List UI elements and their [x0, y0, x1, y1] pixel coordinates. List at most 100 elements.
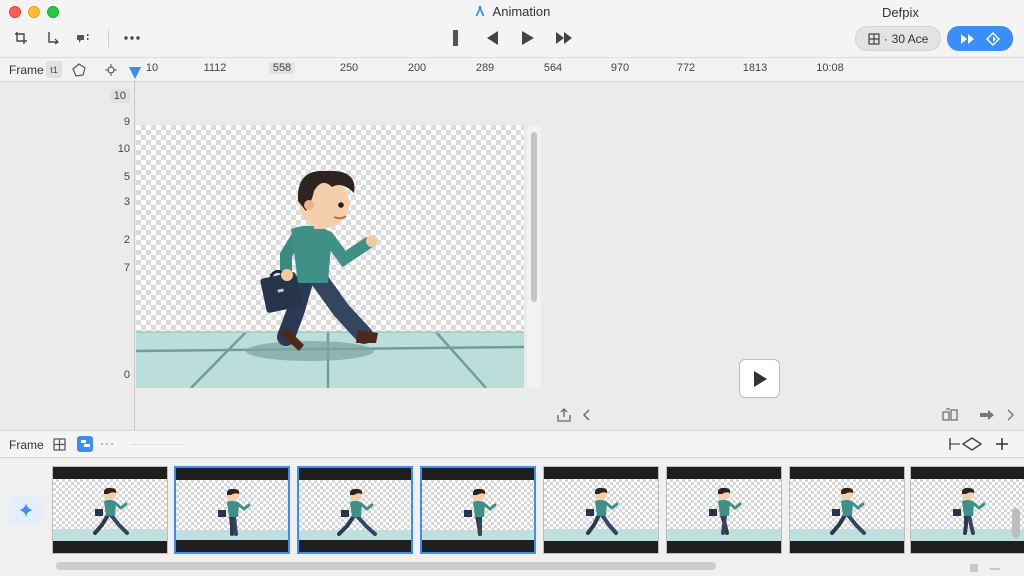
canvas-vertical-scrollbar[interactable] — [527, 126, 541, 388]
window-title: Animation — [0, 4, 1024, 19]
fps-label: 30 Ace — [891, 31, 929, 46]
compare-icon — [942, 408, 958, 421]
grid-icon — [868, 32, 880, 45]
vruler-label: 2 — [123, 234, 130, 246]
fast-forward-button[interactable] — [552, 27, 576, 49]
next-panel-button[interactable] — [978, 407, 996, 423]
fps-selector[interactable]: · 30 Ace — [855, 26, 941, 51]
thumbnail-character — [953, 487, 986, 535]
thumbnail-character — [93, 487, 129, 535]
vruler-label: 9 — [123, 116, 130, 128]
canvas-scroll-thumb[interactable] — [531, 132, 537, 302]
keyframe-range-button[interactable] — [947, 436, 985, 452]
character-shadow — [246, 341, 374, 361]
more-horizontal-icon — [124, 36, 140, 40]
forward-arrow-icon — [980, 410, 994, 420]
ruler-tick-label: 564 — [543, 62, 563, 74]
thumbnail-letterbox-top — [299, 468, 411, 480]
stage-area: 10 9 10 5 3 2 7 0 — [0, 82, 1024, 430]
expand-right-button[interactable] — [1001, 407, 1019, 423]
window-title-text: Animation — [492, 4, 551, 19]
frame-more-button[interactable]: ··· — [100, 436, 115, 450]
ruler-tick-label: 10:08 — [816, 62, 844, 74]
frame-thumbnail[interactable] — [789, 466, 905, 554]
share-button[interactable] — [555, 407, 573, 423]
play-preview-button[interactable] — [739, 359, 780, 398]
layer-icon — [80, 440, 90, 447]
thumbnail-letterbox-bottom — [790, 541, 904, 553]
ruler-tick-label: 200 — [407, 62, 427, 74]
frame-thumbnail[interactable] — [420, 466, 536, 554]
fps-dash: · — [883, 31, 888, 46]
scroll-stop-control[interactable] — [970, 564, 978, 572]
vruler-label: 10 — [109, 89, 130, 103]
corner-anchor-icon — [48, 32, 59, 45]
thumbnail-letterbox-top — [790, 467, 904, 479]
share-icon — [557, 408, 571, 422]
grid-view-button[interactable] — [51, 436, 67, 452]
frame-thumbnail[interactable] — [174, 466, 290, 554]
shape-tool-button[interactable] — [70, 61, 88, 78]
frame-thumbnail[interactable] — [543, 466, 659, 554]
thumbnail-letterbox-top — [176, 468, 288, 480]
vruler-label: 7 — [123, 262, 130, 274]
more-tools-button[interactable] — [121, 28, 143, 48]
ruler-tick-label: 558 — [268, 62, 296, 74]
render-forward-icon[interactable] — [960, 33, 976, 45]
fast-forward-icon — [556, 32, 572, 44]
thumbnail-letterbox-bottom — [422, 540, 534, 552]
filmstrip-horizontal-scrollbar[interactable] — [56, 562, 716, 570]
keyframe-range-icon — [949, 437, 983, 451]
frame-thumbnail[interactable] — [297, 466, 413, 554]
filmstrip-vertical-scrollbar[interactable] — [1012, 508, 1020, 538]
playhead-handle[interactable] — [129, 67, 141, 79]
thumbnail-letterbox-top — [911, 467, 1024, 479]
compare-frames-button[interactable] — [941, 407, 959, 423]
toolbar-separator — [108, 29, 109, 47]
thumbnail-character — [337, 488, 377, 536]
chevron-left-icon — [583, 409, 590, 421]
ruler-tick-label: 1813 — [742, 62, 768, 74]
new-layer-button[interactable] — [9, 496, 42, 524]
timeline-ruler: Frame t1 10 1112 558 250 200 289 564 970 772 1813… — [0, 58, 1024, 82]
frame-thumbnail[interactable] — [910, 466, 1024, 554]
snap-toggle-button[interactable] — [102, 61, 120, 78]
vruler-label: 5 — [123, 171, 130, 183]
frame-thumbnail[interactable] — [52, 466, 168, 554]
app-logo-icon — [475, 6, 485, 16]
thumbnail-letterbox-bottom — [299, 540, 411, 552]
playhead-line — [134, 80, 135, 430]
thumbnail-character — [586, 487, 619, 535]
thumbnail-letterbox-bottom — [667, 541, 781, 553]
frame-toolbar: Frame ··· — [0, 430, 1024, 458]
grid-view-icon — [52, 437, 66, 451]
play-icon — [522, 31, 534, 45]
frame-bar-label: Frame — [9, 438, 44, 452]
collapse-left-button[interactable] — [578, 407, 596, 423]
animation-canvas[interactable] — [136, 125, 524, 388]
previous-frame-button[interactable] — [480, 27, 504, 49]
anchor-tool-button[interactable] — [42, 28, 64, 48]
thumbnail-character — [218, 488, 251, 536]
ruler-tick-label: 250 — [339, 62, 359, 74]
crop-tool-button[interactable] — [10, 28, 32, 48]
ruler-ticks[interactable]: 10 1112 558 250 200 289 564 970 772 1813 10:08 — [130, 58, 1024, 82]
play-toolbar-button[interactable] — [516, 27, 540, 49]
thumbnail-letterbox-bottom — [53, 541, 167, 553]
stop-button[interactable] — [444, 27, 468, 49]
title-toolbar: Animation Defpix · 30 Ace — [0, 0, 1024, 58]
ruler-track-chip[interactable]: t1 — [46, 61, 62, 78]
paint-tool-button[interactable] — [74, 28, 96, 48]
thumbnail-character — [464, 488, 497, 536]
ruler-tick-label: 970 — [610, 62, 630, 74]
frame-thumbnail[interactable] — [666, 466, 782, 554]
thumbnail-letterbox-top — [422, 468, 534, 480]
layer-view-button[interactable] — [77, 436, 93, 452]
add-frame-button[interactable] — [994, 436, 1010, 452]
thumbnail-letterbox-top — [667, 467, 781, 479]
thumbnail-character — [830, 487, 866, 535]
keyframe-diamond-icon[interactable] — [986, 31, 1000, 46]
scroll-range-control[interactable] — [990, 568, 1000, 570]
export-action-pill — [947, 26, 1013, 51]
ruler-tick-label: 10 — [145, 62, 159, 74]
